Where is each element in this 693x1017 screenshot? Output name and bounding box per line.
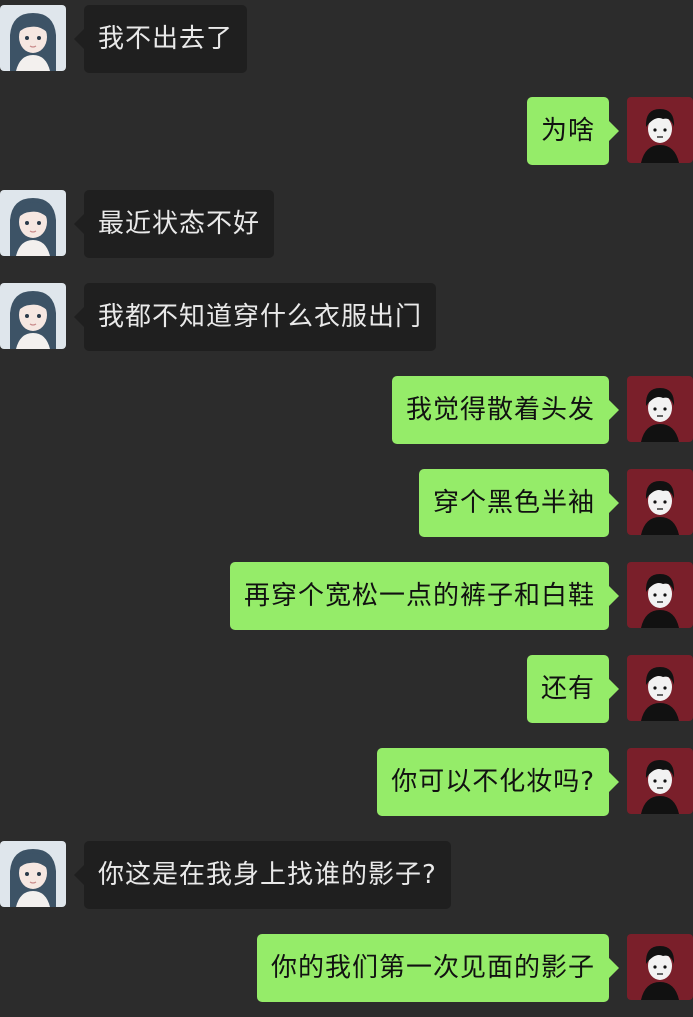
anime-boy-avatar-icon	[627, 655, 693, 721]
received-message-bubble[interactable]: 最近状态不好	[73, 190, 275, 258]
message-row: 我觉得散着头发	[0, 376, 693, 444]
friend-avatar[interactable]	[0, 283, 66, 349]
self-avatar[interactable]	[627, 376, 693, 442]
sent-message-bubble[interactable]: 我觉得散着头发	[391, 376, 620, 444]
message-row: 你的我们第一次见面的影子	[0, 934, 693, 1002]
friend-avatar[interactable]	[0, 841, 66, 907]
friend-avatar[interactable]	[0, 5, 66, 71]
message-row: 你这是在我身上找谁的影子?	[0, 841, 693, 909]
anime-boy-avatar-icon	[627, 469, 693, 535]
friend-avatar[interactable]	[0, 190, 66, 256]
anime-girl-avatar-icon	[0, 5, 66, 71]
sent-message-bubble[interactable]: 为啥	[526, 97, 620, 165]
self-avatar[interactable]	[627, 469, 693, 535]
sent-message-bubble[interactable]: 还有	[526, 655, 620, 723]
message-row: 你可以不化妆吗?	[0, 748, 693, 816]
sent-message-bubble[interactable]: 再穿个宽松一点的裤子和白鞋	[229, 562, 620, 630]
message-row: 我不出去了	[0, 5, 693, 73]
message-row: 穿个黑色半袖	[0, 469, 693, 537]
self-avatar[interactable]	[627, 97, 693, 163]
anime-boy-avatar-icon	[627, 934, 693, 1000]
anime-girl-avatar-icon	[0, 841, 66, 907]
received-message-bubble[interactable]: 我不出去了	[73, 5, 248, 73]
sent-message-bubble[interactable]: 穿个黑色半袖	[418, 469, 620, 537]
self-avatar[interactable]	[627, 934, 693, 1000]
received-message-bubble[interactable]: 你这是在我身上找谁的影子?	[74, 841, 451, 909]
self-avatar[interactable]	[627, 562, 693, 628]
message-row: 我都不知道穿什么衣服出门	[0, 283, 693, 351]
anime-boy-avatar-icon	[627, 97, 693, 163]
anime-boy-avatar-icon	[627, 748, 693, 814]
sent-message-bubble[interactable]: 你可以不化妆吗?	[377, 748, 619, 816]
self-avatar[interactable]	[627, 655, 693, 721]
self-avatar[interactable]	[627, 748, 693, 814]
sent-message-bubble[interactable]: 你的我们第一次见面的影子	[256, 934, 620, 1002]
message-row: 为啥	[0, 97, 693, 165]
anime-boy-avatar-icon	[627, 562, 693, 628]
message-row: 最近状态不好	[0, 190, 693, 258]
message-row: 再穿个宽松一点的裤子和白鞋	[0, 562, 693, 630]
anime-boy-avatar-icon	[627, 376, 693, 442]
chat-window: 我不出去了 为啥 最近状态不好 我都不知道穿什么衣服出门 我觉得散着头发 穿个黑…	[0, 0, 693, 1017]
message-row: 还有	[0, 655, 693, 723]
received-message-bubble[interactable]: 我都不知道穿什么衣服出门	[73, 283, 437, 351]
anime-girl-avatar-icon	[0, 190, 66, 256]
anime-girl-avatar-icon	[0, 283, 66, 349]
